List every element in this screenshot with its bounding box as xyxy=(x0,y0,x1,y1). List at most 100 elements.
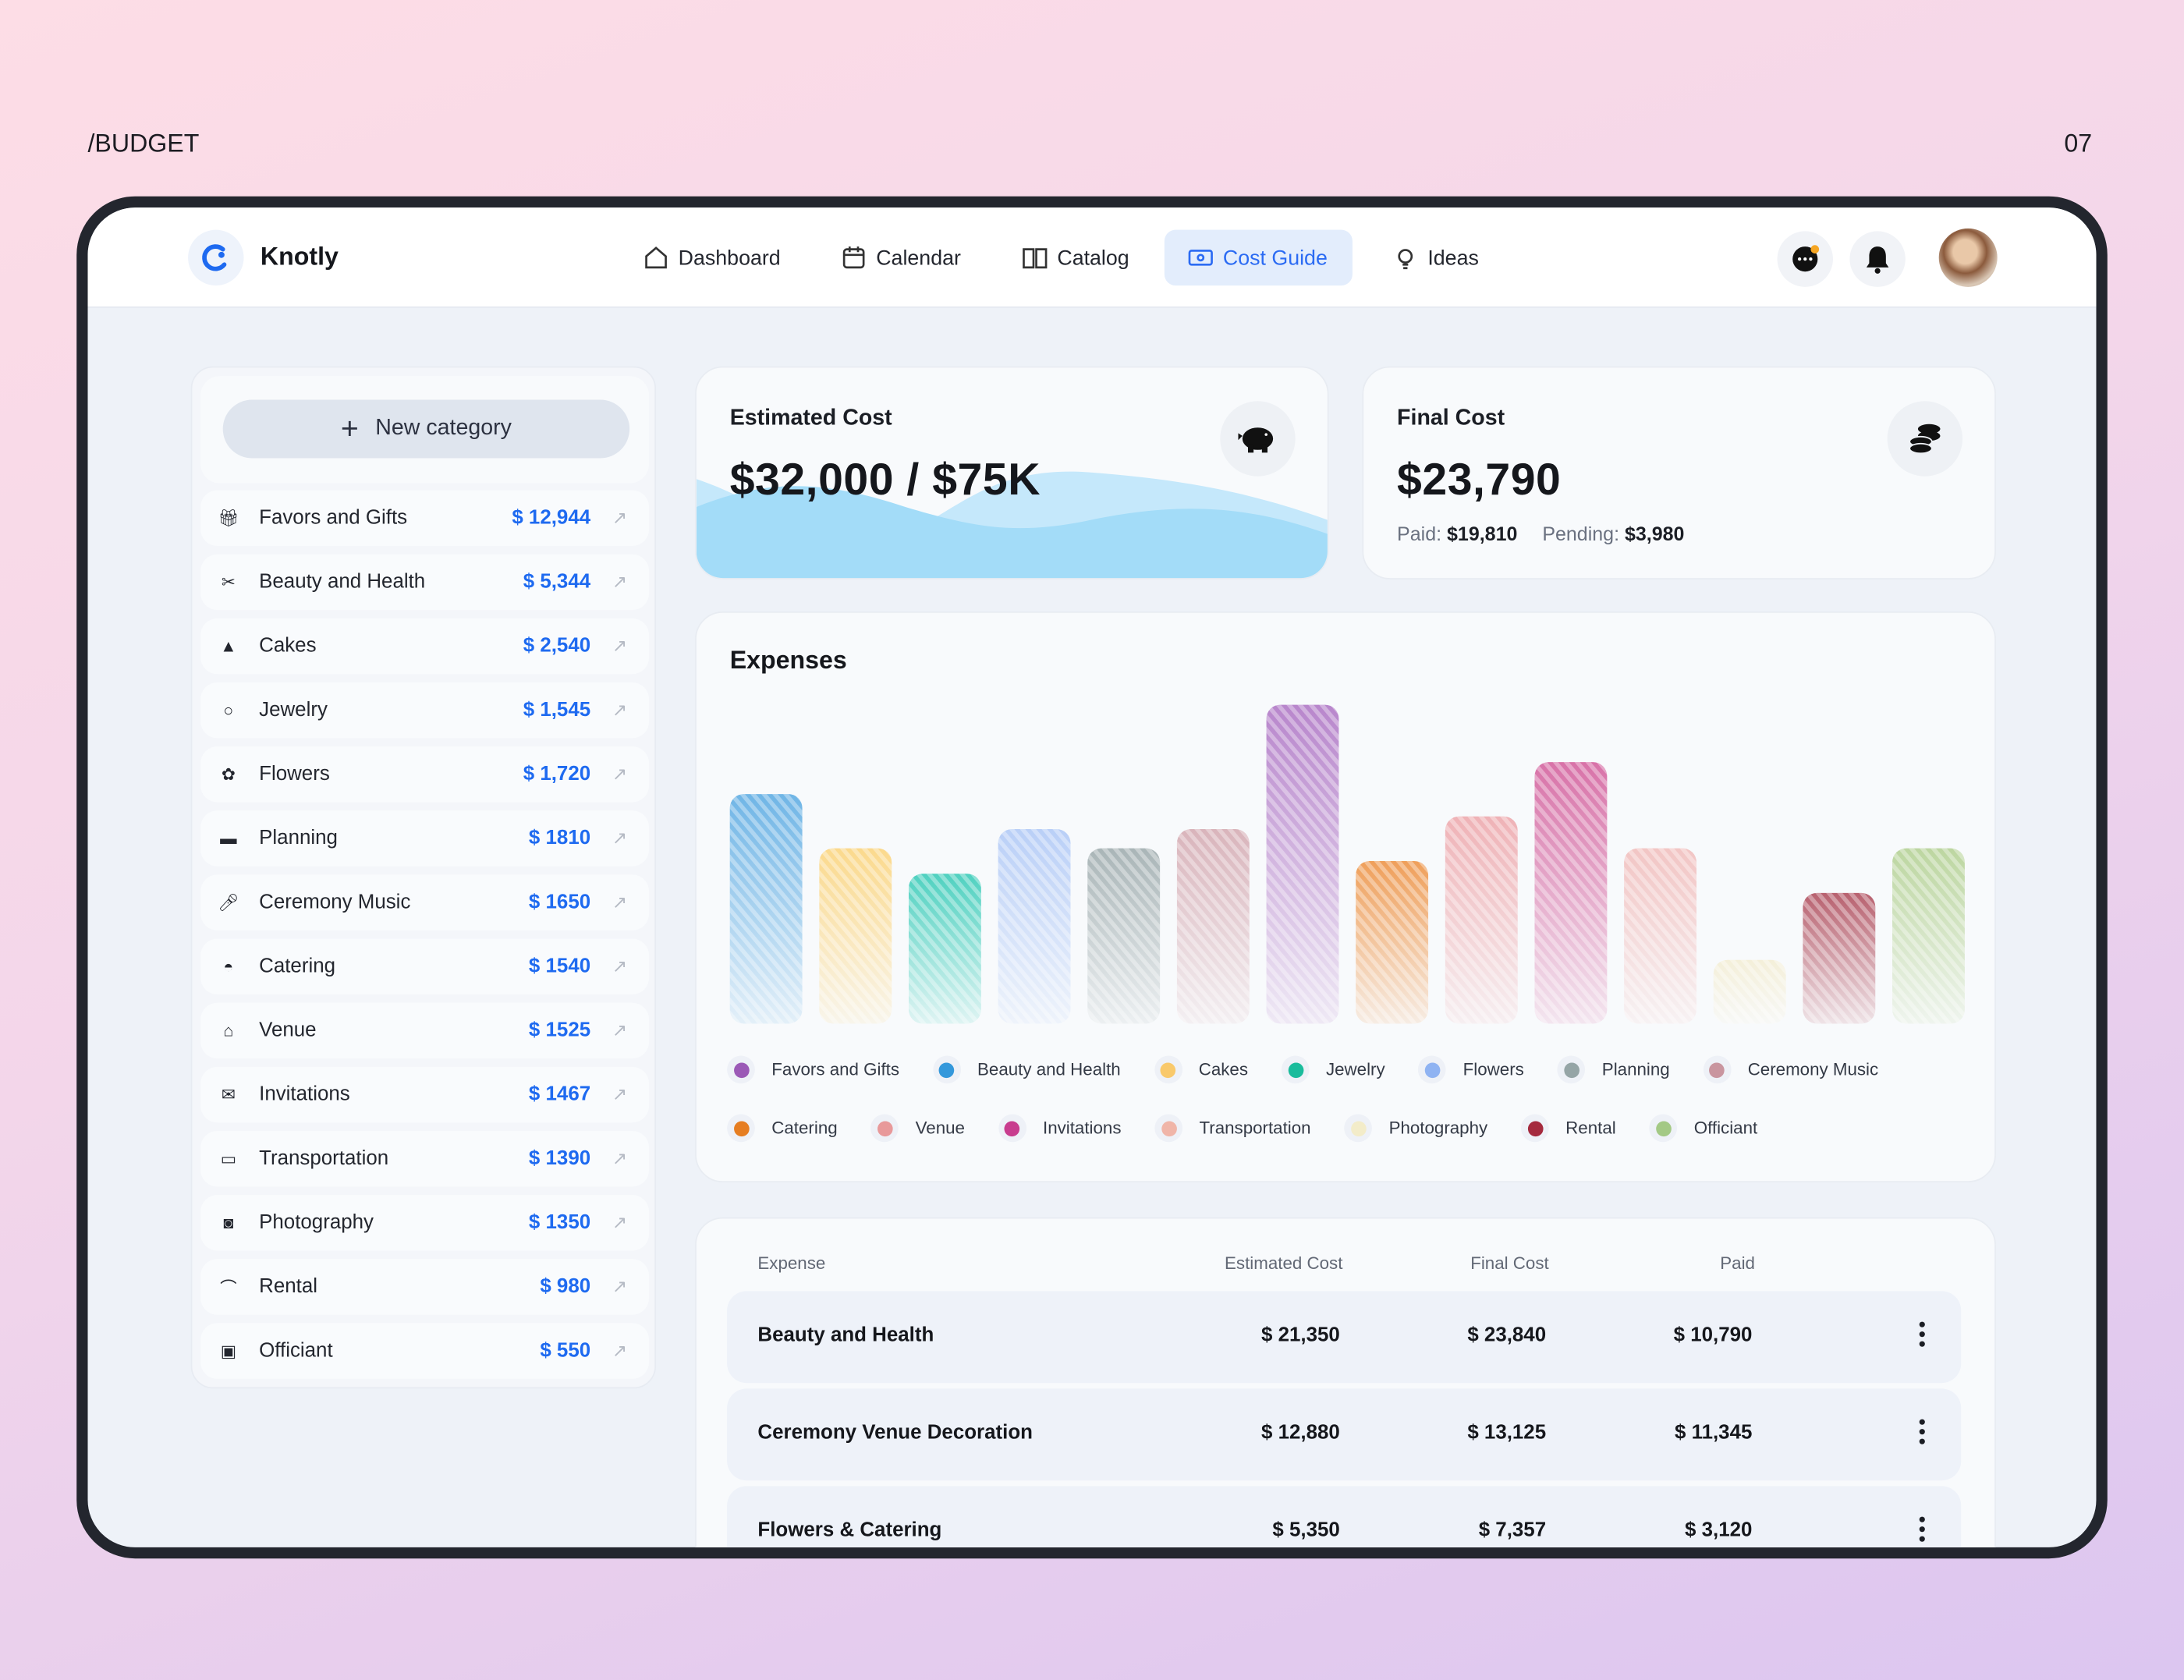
legend-item: Transportation xyxy=(1154,1114,1311,1143)
category-item[interactable]: ○ Jewelry $ 1,545 ↗ xyxy=(200,682,650,739)
bar-hatch xyxy=(1087,848,1161,1024)
arrow-up-right-icon[interactable]: ↗ xyxy=(590,1276,649,1299)
legend-swatch xyxy=(1557,1055,1586,1084)
chat-button[interactable] xyxy=(1777,231,1833,287)
legend-label: Invitations xyxy=(1042,1118,1122,1138)
more-options-icon[interactable] xyxy=(1919,1321,1925,1351)
category-label: Transportation xyxy=(259,1147,389,1170)
category-amount: $ 12,944 xyxy=(512,506,591,530)
more-options-icon[interactable] xyxy=(1919,1419,1925,1448)
tent-icon: ⌒ xyxy=(220,1278,237,1298)
nav-calendar[interactable]: Calendar xyxy=(817,230,983,285)
legend-swatch xyxy=(1154,1114,1183,1143)
nav-catalog[interactable]: Catalog xyxy=(998,230,1151,285)
arrow-up-right-icon[interactable]: ↗ xyxy=(590,1147,649,1170)
category-item[interactable]: ⌒ Rental $ 980 ↗ xyxy=(200,1259,650,1315)
bar-hatch xyxy=(729,794,803,1024)
category-item[interactable]: ▲ Cakes $ 2,540 ↗ xyxy=(200,618,650,675)
user-avatar[interactable] xyxy=(1938,228,1998,287)
bar-hatch xyxy=(998,829,1071,1024)
estimated-cost: $ 12,880 xyxy=(1261,1422,1340,1444)
table-row[interactable]: Beauty and Health $ 21,350 $ 23,840 $ 10,79… xyxy=(727,1291,1962,1384)
legend-swatch xyxy=(1418,1055,1447,1084)
cloche-icon: ◓ xyxy=(223,956,234,976)
coins-icon xyxy=(1887,401,1963,477)
scissors-icon: ✂ xyxy=(221,572,236,592)
bar-hatch xyxy=(1445,816,1518,1024)
legend-item: Flowers xyxy=(1418,1055,1524,1084)
new-category-label: New category xyxy=(375,416,512,441)
new-category-button[interactable]: + New category xyxy=(222,399,630,459)
arrow-up-right-icon[interactable]: ↗ xyxy=(590,955,649,978)
arrow-up-right-icon[interactable]: ↗ xyxy=(590,699,649,721)
flower-icon: ✿ xyxy=(221,764,236,785)
category-label: Venue xyxy=(259,1019,317,1042)
bus-icon: ▭ xyxy=(220,1149,236,1169)
legend-swatch xyxy=(727,1055,755,1084)
notifications-button[interactable] xyxy=(1849,231,1906,287)
category-item[interactable]: ⌂ Venue $ 1525 ↗ xyxy=(200,1002,650,1059)
more-options-icon[interactable] xyxy=(1919,1516,1925,1546)
nav-cost-guide[interactable]: Cost Guide xyxy=(1164,229,1353,286)
nav-dashboard[interactable]: Dashboard xyxy=(620,230,803,285)
estimated-cost-title: Estimated Cost xyxy=(729,406,892,431)
expense-name: Beauty and Health xyxy=(757,1324,934,1347)
category-amount: $ 1390 xyxy=(528,1147,591,1170)
category-amount: $ 1810 xyxy=(528,827,591,850)
table-row[interactable]: Flowers & Catering $ 5,350 $ 7,357 $ 3,120 xyxy=(727,1486,1962,1547)
arrow-up-right-icon[interactable]: ↗ xyxy=(590,1083,649,1106)
legend-label: Photography xyxy=(1388,1118,1488,1138)
category-label: Officiant xyxy=(259,1339,333,1363)
pending-value: $3,980 xyxy=(1624,522,1685,545)
arrow-up-right-icon[interactable]: ↗ xyxy=(590,571,649,594)
legend-label: Venue xyxy=(915,1118,965,1138)
nav-ideas[interactable]: Ideas xyxy=(1369,230,1501,285)
arrow-up-right-icon[interactable]: ↗ xyxy=(590,507,649,530)
paid-value: $19,810 xyxy=(1447,522,1518,545)
category-item[interactable]: ✂ Beauty and Health $ 5,344 ↗ xyxy=(200,554,650,611)
money-icon xyxy=(1188,250,1213,266)
category-label: Ceremony Music xyxy=(259,891,411,914)
bar-hatch xyxy=(908,874,981,1024)
category-item[interactable]: ✿ Flowers $ 1,720 ↗ xyxy=(200,746,650,803)
category-item[interactable]: 🎤︎ Ceremony Music $ 1650 ↗ xyxy=(200,874,650,930)
arrow-up-right-icon[interactable]: ↗ xyxy=(590,891,649,914)
arrow-up-right-icon[interactable]: ↗ xyxy=(590,635,649,657)
logo-icon[interactable] xyxy=(188,229,244,286)
arrow-up-right-icon[interactable]: ↗ xyxy=(590,764,649,786)
arrow-up-right-icon[interactable]: ↗ xyxy=(590,1340,649,1363)
piggy-bank-icon xyxy=(1220,401,1296,477)
expenses-chart-card: Expenses Favors and Gifts Beauty and Heal… xyxy=(695,611,1996,1183)
legend-item: Officiant xyxy=(1649,1114,1757,1143)
legend-item: Planning xyxy=(1557,1055,1670,1084)
paid-amount: $ 10,790 xyxy=(1673,1324,1753,1347)
arrow-up-right-icon[interactable]: ↗ xyxy=(590,828,649,850)
category-item[interactable]: 🎁︎ Favors and Gifts $ 12,944 ↗ xyxy=(200,490,650,546)
category-item[interactable]: ✉ Invitations $ 1467 ↗ xyxy=(200,1066,650,1123)
category-label: Jewelry xyxy=(259,699,328,721)
arrow-up-right-icon[interactable]: ↗ xyxy=(590,1019,649,1042)
legend-item: Ceremony Music xyxy=(1703,1055,1878,1084)
paid-amount: $ 3,120 xyxy=(1684,1519,1753,1542)
category-item[interactable]: ▬ Planning $ 1810 ↗ xyxy=(200,810,650,867)
category-label: Photography xyxy=(259,1211,374,1235)
nav-label: Calendar xyxy=(876,246,961,270)
table-row[interactable]: Ceremony Venue Decoration $ 12,880 $ 13,12… xyxy=(727,1388,1962,1481)
final-cost: $ 7,357 xyxy=(1478,1519,1547,1542)
bar-hatch xyxy=(1176,829,1250,1024)
section-label: /BUDGET xyxy=(87,129,200,158)
category-item[interactable]: ◙ Photography $ 1350 ↗ xyxy=(200,1195,650,1251)
page-number: 07 xyxy=(2064,129,2093,158)
arrow-up-right-icon[interactable]: ↗ xyxy=(590,1212,649,1235)
category-item[interactable]: ▭ Transportation $ 1390 ↗ xyxy=(200,1130,650,1187)
category-label: Beauty and Health xyxy=(259,571,426,594)
legend-label: Beauty and Health xyxy=(977,1059,1121,1079)
category-item[interactable]: ▣ Officiant $ 550 ↗ xyxy=(200,1323,650,1379)
chat-icon xyxy=(1792,245,1820,272)
legend-label: Rental xyxy=(1565,1118,1616,1138)
final-cost-card: Final Cost $23,790 Paid: $19,810 Pending… xyxy=(1362,366,1996,579)
bar-hatch xyxy=(1713,959,1786,1024)
microphone-icon: 🎤︎ xyxy=(218,892,239,913)
legend-swatch xyxy=(870,1114,899,1143)
category-item[interactable]: ◓ Catering $ 1540 ↗ xyxy=(200,938,650,994)
